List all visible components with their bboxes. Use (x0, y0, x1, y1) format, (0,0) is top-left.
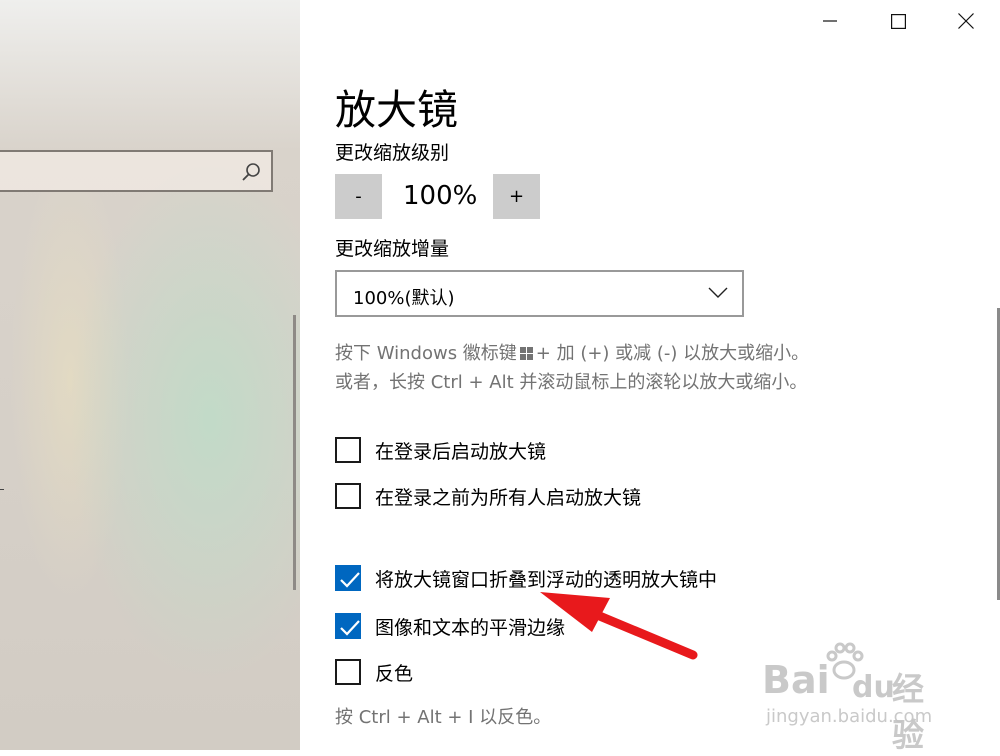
search-input[interactable] (0, 150, 273, 192)
help-text-part2: + 加 (+) 或减 (-) 以放大或缩小。 (535, 343, 810, 364)
watermark-brand: Bai (762, 658, 830, 702)
option-label: 图像和文本的平滑边缘 (375, 616, 566, 639)
maximize-icon (890, 13, 906, 29)
checkbox[interactable] (335, 659, 361, 685)
minimize-button[interactable] (797, 0, 863, 42)
option-label: 反色 (375, 662, 414, 685)
close-icon (958, 13, 974, 29)
option-label: 将放大镜窗口折叠到浮动的透明放大镜中 (375, 568, 718, 591)
zoom-level-value: 100% (403, 181, 478, 211)
zoom-level-label: 更改缩放级别 (335, 142, 450, 164)
maximize-button[interactable] (865, 0, 931, 42)
option-label: 在登录后启动放大镜 (375, 440, 547, 463)
watermark-brand-tail: du (852, 670, 895, 705)
watermark-url: jingyan.baidu.com (766, 706, 933, 727)
windows-logo-icon (519, 347, 533, 360)
help-text-mouse: 或者，长按 Ctrl + Alt 并滚动鼠标上的滚轮以放大或缩小。 (335, 372, 808, 393)
zoom-increment-selected: 100%(默认) (353, 288, 455, 309)
close-button[interactable] (933, 0, 999, 42)
help-text-part1: 按下 Windows 徽标键 (335, 343, 517, 364)
zoom-increase-button[interactable]: + (493, 174, 540, 219)
zoom-decrease-button[interactable]: - (335, 174, 382, 219)
checkmark-icon (340, 620, 360, 636)
search-icon[interactable] (241, 162, 261, 182)
chevron-down-icon (708, 287, 728, 298)
option-start-before-signin[interactable]: 在登录之前为所有人启动放大镜 (335, 481, 641, 511)
help-text-invert: 按 Ctrl + Alt + I 以反色。 (335, 707, 552, 728)
page-title: 放大镜 (335, 86, 458, 134)
baidu-watermark: Bai du 经验 jingyan.baidu.com (760, 640, 950, 754)
checkbox[interactable] (335, 613, 361, 639)
settings-sidebar (0, 0, 300, 750)
option-collapse-to-lens[interactable]: 将放大镜窗口折叠到浮动的透明放大镜中 (335, 563, 717, 593)
option-invert-colors[interactable]: 反色 (335, 657, 413, 687)
checkbox[interactable] (335, 483, 361, 509)
sidebar-divider (0, 489, 4, 490)
checkbox[interactable] (335, 565, 361, 591)
checkmark-icon (340, 572, 360, 588)
minimize-icon (823, 20, 837, 22)
option-label: 在登录之前为所有人启动放大镜 (375, 486, 642, 509)
option-start-after-signin[interactable]: 在登录后启动放大镜 (335, 435, 546, 465)
zoom-increment-label: 更改缩放增量 (335, 238, 450, 260)
sidebar-scrollbar[interactable] (293, 315, 296, 590)
option-smooth-edges[interactable]: 图像和文本的平滑边缘 (335, 611, 565, 641)
checkbox[interactable] (335, 437, 361, 463)
settings-main-pane: 放大镜 更改缩放级别 - 100% + 更改缩放增量 100%(默认) 按下 W… (300, 0, 1000, 750)
zoom-increment-dropdown[interactable]: 100%(默认) (335, 270, 744, 317)
help-text-keyboard: 按下 Windows 徽标键 + 加 (+) 或减 (-) 以放大或缩小。 (335, 339, 809, 365)
